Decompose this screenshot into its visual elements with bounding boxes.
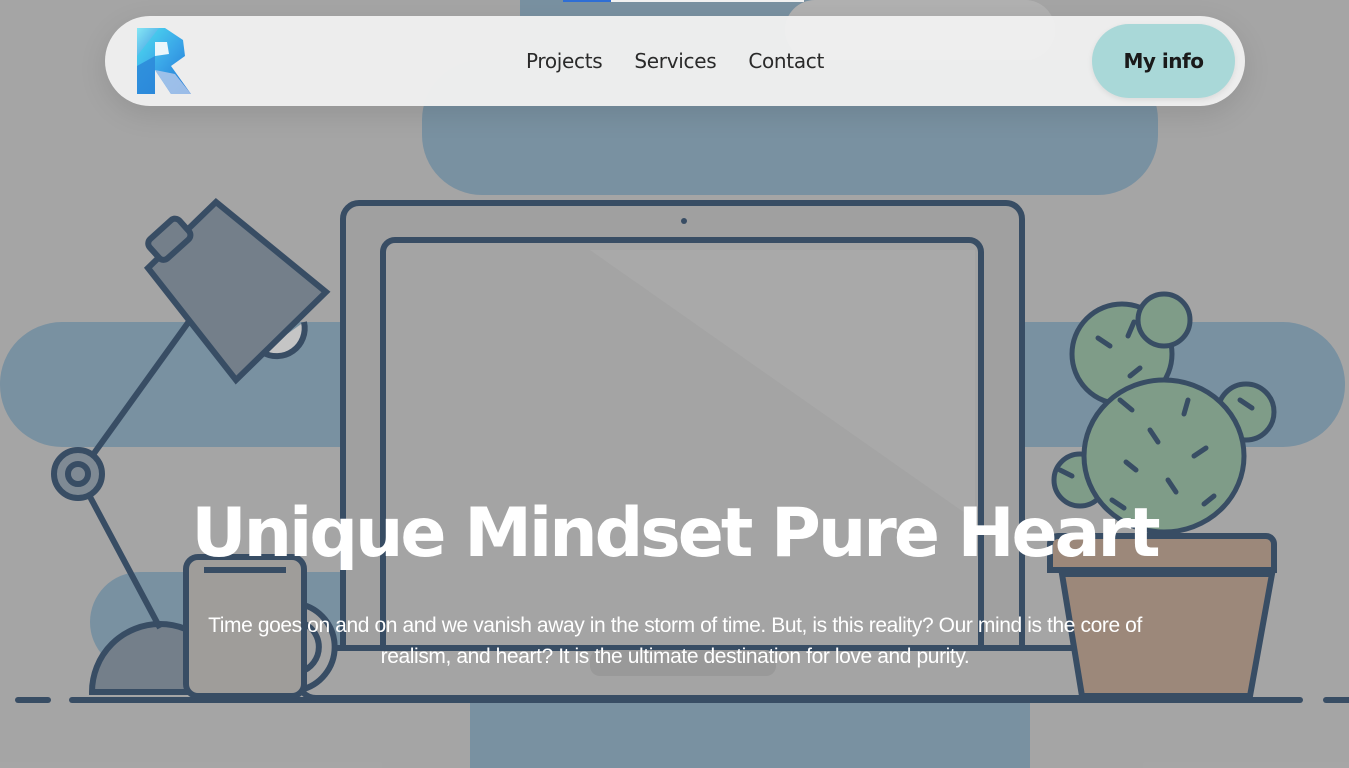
nav-link-services[interactable]: Services bbox=[634, 49, 716, 73]
hero-section: Projects Services Contact My info Unique… bbox=[0, 0, 1349, 768]
logo-link[interactable] bbox=[135, 26, 193, 96]
top-edge-strip bbox=[611, 0, 804, 2]
top-edge-tab bbox=[563, 0, 611, 2]
my-info-button[interactable]: My info bbox=[1092, 24, 1235, 98]
nav-links: Projects Services Contact bbox=[105, 16, 1245, 106]
navbar: Projects Services Contact My info bbox=[105, 16, 1245, 106]
hero-title: Unique Mindset Pure Heart bbox=[191, 494, 1160, 573]
nav-link-contact[interactable]: Contact bbox=[748, 49, 824, 73]
letter-r-logo-icon bbox=[137, 28, 191, 94]
nav-link-projects[interactable]: Projects bbox=[526, 49, 603, 73]
hero-description: Time goes on and on and we vanish away i… bbox=[208, 614, 1142, 668]
